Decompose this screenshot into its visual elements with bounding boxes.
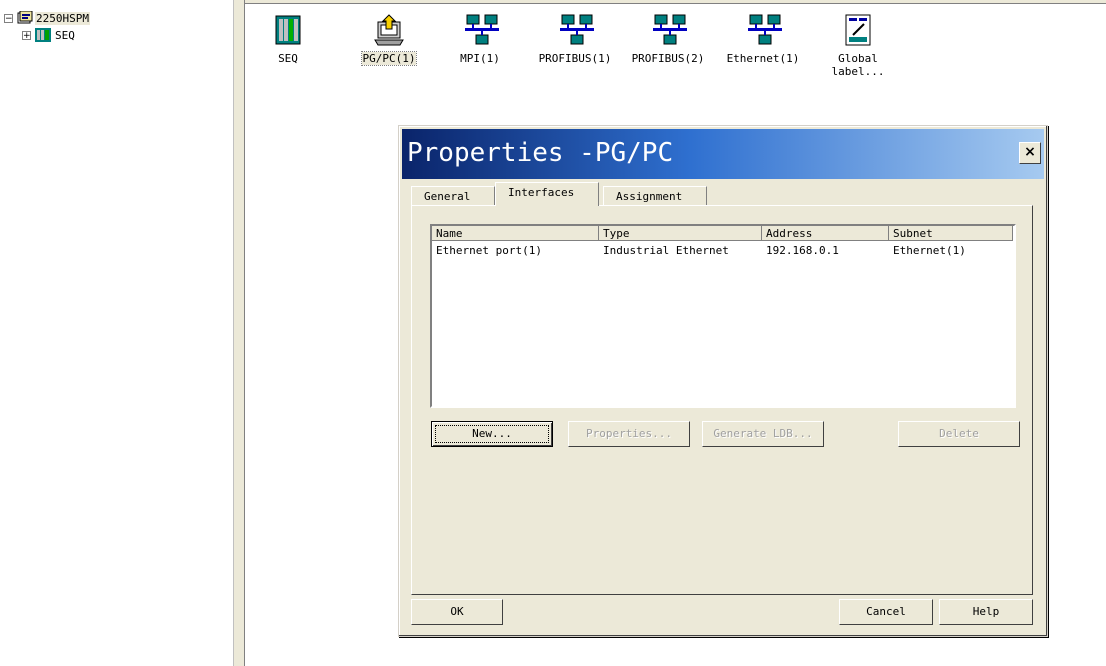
interfaces-table[interactable]: Name Type Address Subnet Ethernet port(1… [430,224,1016,408]
help-button[interactable]: Help [939,599,1033,625]
object-label: PG/PC(1) [360,51,418,66]
tab-assignment[interactable]: Assignment [603,186,707,206]
object-label: MPI(1) [460,52,500,65]
tree-item-label: SEQ [55,28,75,42]
object-label-line1: Global [838,52,878,65]
button-label: OK [450,605,464,618]
project-icon [17,11,33,24]
cell-subnet: Ethernet(1) [893,244,966,257]
cancel-button[interactable]: Cancel [839,599,933,625]
column-header-type[interactable]: Type [599,226,762,241]
pgpc-icon [373,14,405,46]
dialog-titlebar[interactable]: Properties -PG/PC × [402,129,1044,179]
tab-label: Assignment [616,190,683,203]
network-icon [559,14,594,46]
object-ethernet[interactable]: Ethernet(1) [722,14,804,65]
expand-icon[interactable]: + [22,30,31,40]
tab-interfaces[interactable]: Interfaces [495,182,599,206]
properties-button[interactable]: Properties... [568,421,690,447]
network-icon [747,14,782,46]
cell-address: 192.168.0.1 [766,244,839,257]
object-mpi[interactable]: MPI(1) [450,14,510,65]
tab-label: Interfaces [508,186,575,199]
station-icon [35,28,51,42]
object-profibus-2[interactable]: PROFIBUS(2) [628,14,708,65]
column-header-subnet[interactable]: Subnet [889,226,1013,241]
button-label: Delete [939,427,979,440]
new-button[interactable]: New... [431,421,553,447]
top-border [245,0,1106,4]
button-label: Properties... [585,427,673,440]
column-header-address[interactable]: Address [762,226,889,241]
object-seq[interactable]: SEQ [268,14,308,65]
button-label: Cancel [866,605,906,618]
cell-name: Ethernet port(1) [436,244,542,257]
object-label: PROFIBUS(1) [538,52,612,65]
object-label-line2: label... [831,65,885,78]
button-label: Generate LDB... [713,427,813,440]
tree-item-seq[interactable]: + SEQ [22,27,75,43]
object-label: PROFIBUS(2) [631,52,705,65]
column-header-name[interactable]: Name [432,226,599,241]
object-global-label[interactable]: Global label... [828,14,888,78]
ok-button[interactable]: OK [411,599,503,625]
generate-ldb-button[interactable]: Generate LDB... [702,421,824,447]
station-icon [272,14,304,46]
tab-label: General [424,190,471,203]
interfaces-panel: Name Type Address Subnet Ethernet port(1… [411,205,1033,595]
button-label: Help [972,605,1000,618]
object-label: Ethernet(1) [726,52,800,65]
tab-general[interactable]: General [411,186,495,206]
collapse-icon[interactable]: − [4,13,13,23]
properties-dialog: Properties -PG/PC × General Interfaces A… [398,125,1048,637]
network-icon [652,14,687,46]
close-icon: × [1024,144,1036,160]
global-label-icon [842,14,874,46]
project-tree[interactable]: − 2250HSPM + SEQ [0,0,233,666]
delete-button[interactable]: Delete [898,421,1020,447]
tree-item-project[interactable]: − 2250HSPM [4,10,90,26]
object-profibus-1[interactable]: PROFIBUS(1) [535,14,615,65]
pane-splitter[interactable] [233,0,245,666]
dialog-title: Properties -PG/PC [407,138,674,168]
close-button[interactable]: × [1019,142,1041,164]
focus-rectangle [435,425,549,443]
network-icon [464,14,499,46]
object-pgpc[interactable]: PG/PC(1) [356,14,422,66]
object-label: SEQ [278,52,298,65]
tree-item-label: 2250HSPM [35,11,90,25]
cell-type: Industrial Ethernet [603,244,729,257]
